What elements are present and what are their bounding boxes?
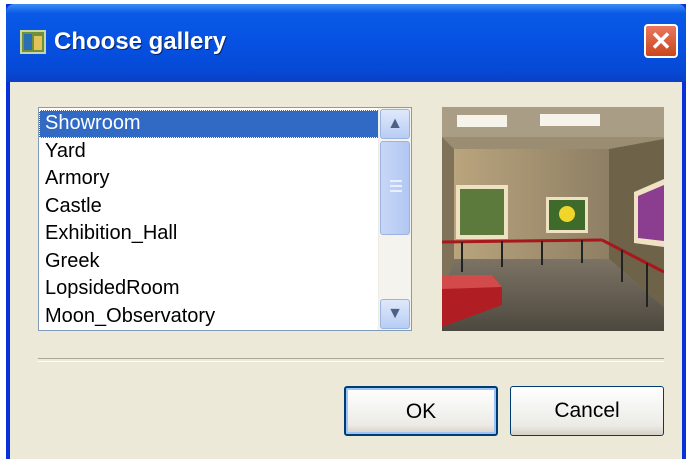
gallery-list: Showroom Yard Armory Castle Exhibition_H…: [39, 110, 379, 330]
close-button[interactable]: ✕: [644, 24, 678, 58]
list-item-showroom[interactable]: Showroom: [39, 110, 379, 138]
title-bar[interactable]: Choose gallery ✕: [6, 4, 686, 82]
gallery-listbox[interactable]: Showroom Yard Armory Castle Exhibition_H…: [38, 107, 412, 331]
list-item-moon-observatory[interactable]: Moon_Observatory: [39, 303, 379, 331]
list-item-greek[interactable]: Greek: [39, 248, 379, 276]
list-item-castle[interactable]: Castle: [39, 193, 379, 221]
vertical-scrollbar[interactable]: ▲ ▼: [378, 108, 411, 330]
list-item-yard[interactable]: Yard: [39, 138, 379, 166]
window-title: Choose gallery: [54, 28, 227, 55]
list-item-exhibition-hall[interactable]: Exhibition_Hall: [39, 220, 379, 248]
choose-gallery-dialog: Choose gallery ✕ Showroom Yard Armory Ca…: [6, 4, 686, 459]
gallery-app-icon: [20, 30, 46, 54]
dialog-body: Showroom Yard Armory Castle Exhibition_H…: [10, 82, 682, 459]
list-item-armory[interactable]: Armory: [39, 165, 379, 193]
gallery-preview-image: [442, 107, 664, 331]
cancel-button[interactable]: Cancel: [510, 386, 664, 436]
showroom-preview-picture: [442, 107, 664, 331]
ok-button[interactable]: OK: [344, 386, 498, 436]
chevron-up-icon: ▲: [387, 115, 403, 132]
scroll-down-button[interactable]: ▼: [380, 299, 410, 329]
separator-line: [38, 358, 664, 362]
list-item-lopsided-room[interactable]: LopsidedRoom: [39, 275, 379, 303]
close-icon: ✕: [650, 26, 672, 56]
chevron-down-icon: ▼: [387, 305, 403, 322]
scroll-thumb[interactable]: [380, 141, 410, 235]
scroll-up-button[interactable]: ▲: [380, 109, 410, 139]
